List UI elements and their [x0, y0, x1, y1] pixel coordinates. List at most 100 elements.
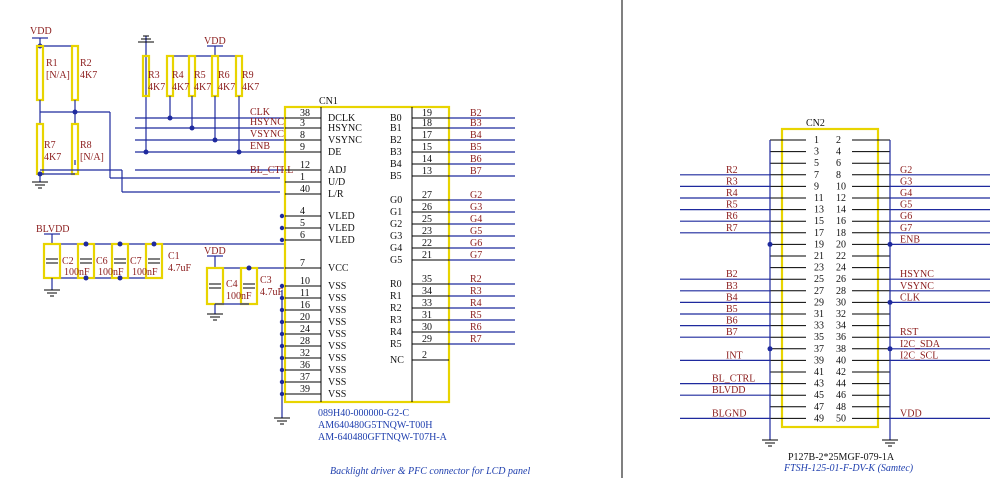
- cn1-right-pin-num: 17: [422, 130, 432, 141]
- cn2-pin-num-even: 32: [836, 309, 846, 320]
- vdd-label: VDD: [30, 26, 52, 37]
- cn2-left-net-label: R5: [726, 200, 738, 211]
- cn2-pin-num-even: 4: [836, 147, 841, 158]
- cn2-pin-num-odd: 45: [814, 390, 824, 401]
- cn2-pin-num-odd: 33: [814, 321, 824, 332]
- r7-ref: R7: [44, 140, 56, 151]
- cn1-ref: CN1: [319, 96, 338, 107]
- cn1-right-pin-num: 30: [422, 322, 432, 333]
- cn1-net-label: G7: [470, 250, 482, 261]
- cn1-left-pin-num: 16: [300, 300, 310, 311]
- cn1-left-pin-name: VLED: [328, 223, 355, 234]
- cn1-right-pin-num: 34: [422, 286, 432, 297]
- cn2-part-2: FTSH-125-01-F-DV-K (Samtec): [783, 463, 914, 474]
- cn1-right-pin-name: B1: [390, 123, 402, 134]
- cn1-right-pin-name: R2: [390, 303, 402, 314]
- cn1-net-label: G2: [470, 190, 482, 201]
- cn1-right-pin-num: 27: [422, 190, 432, 201]
- cn1-right-pin-name: G1: [390, 207, 402, 218]
- cn1-left-pin-name: VLED: [328, 235, 355, 246]
- cn2-pin-num-even: 8: [836, 170, 841, 181]
- c4-value: 100nF: [226, 291, 252, 302]
- cn2-left-net-label: B5: [726, 304, 738, 315]
- cn2-pin-num-even: 38: [836, 344, 846, 355]
- vdd-label-caps: VDD: [204, 246, 226, 257]
- c6-ref: C6: [96, 256, 108, 267]
- cn2-pin-num-odd: 49: [814, 413, 824, 424]
- cn1-part-1: 089H40-000000-G2-C: [318, 408, 409, 419]
- blvdd-capacitors: BLVDD C2 100nF C6 100nF C7 100nF C1 4.7u…: [36, 224, 285, 297]
- cn1-left-pin-num: 28: [300, 336, 310, 347]
- cn1-right-pin-name: G0: [390, 195, 402, 206]
- cn2-pin-num-even: 10: [836, 181, 846, 192]
- cn2-pin-num-odd: 23: [814, 263, 824, 274]
- cn1-left-pin-num: 4: [300, 206, 305, 217]
- cn1-left-pin-name: VSS: [328, 365, 346, 376]
- cn2-pin-num-even: 18: [836, 228, 846, 239]
- cn1-net-label: R4: [470, 298, 482, 309]
- cn1-right-pin-num: 31: [422, 310, 432, 321]
- cn2-right-net-label: G6: [900, 211, 912, 222]
- cn1-net-label: B6: [470, 154, 482, 165]
- cn1-right-pin-num: 15: [422, 142, 432, 153]
- cn2-left-net-label: R3: [726, 176, 738, 187]
- cn2-right-net-label: G4: [900, 188, 912, 199]
- cn1-part-3: AM-640480GFTNQW-T07H-A: [318, 432, 448, 443]
- r1-value: [N/A]: [46, 70, 70, 81]
- cn2-left-net-label: R6: [726, 211, 738, 222]
- r8-value: [N/A]: [80, 152, 104, 163]
- cn2-pin-num-even: 46: [836, 390, 846, 401]
- cn1-left-pin-num: 6: [300, 230, 305, 241]
- cn2-pin-num-odd: 41: [814, 367, 824, 378]
- cn2-pin-num-even: 16: [836, 216, 846, 227]
- cn1-right-pin-num: 23: [422, 226, 432, 237]
- c4-ref: C4: [226, 279, 238, 290]
- connector-cn1: CN1 38 DCLK3 HSYNC8 VSYNC9 DE12 ADJ1 U/D40 L/R4…: [274, 96, 515, 443]
- cn1-left-pin-name: VSS: [328, 377, 346, 388]
- cn1-right-pin-name: R5: [390, 339, 402, 350]
- r4-value: 4K7: [172, 82, 189, 93]
- cn1-net-label: B3: [470, 118, 482, 129]
- cn2-right-net-label: I2C_SDA: [900, 339, 941, 350]
- c1-value: 4.7uF: [168, 263, 192, 274]
- cn2-pin-num-even: 34: [836, 321, 846, 332]
- cn1-left-pin-num: 12: [300, 160, 310, 171]
- cn1-right-pin-num: 22: [422, 238, 432, 249]
- cn2-pin-num-even: 2: [836, 135, 841, 146]
- cn1-right-pin-num: 13: [422, 166, 432, 177]
- cn1-net-label: R3: [470, 286, 482, 297]
- cn1-right-pin-name: B4: [390, 159, 402, 170]
- cn1-net-label: B4: [470, 130, 482, 141]
- net-hsync: HSYNC: [250, 117, 284, 128]
- cn1-right-pin-name: G3: [390, 231, 402, 242]
- cn2-pin-num-even: 20: [836, 239, 846, 250]
- c6-value: 100nF: [98, 267, 124, 278]
- cn1-left-pin-num: 40: [300, 184, 310, 195]
- cn1-left-pin-name: VLED: [328, 211, 355, 222]
- cn2-pin-num-odd: 11: [814, 193, 824, 204]
- cn2-pin-num-odd: 15: [814, 216, 824, 227]
- cn1-left-pin-name: DE: [328, 147, 341, 158]
- cn2-part-1: P127B-2*25MGF-079-1A: [788, 452, 895, 463]
- cn1-right-pin-name: B3: [390, 147, 402, 158]
- cn2-pin-num-even: 40: [836, 355, 846, 366]
- caption: Backlight driver & PFC connector for LCD…: [330, 466, 530, 477]
- cn1-left-pin-name: VSS: [328, 341, 346, 352]
- cn1-left-pin-name: VSS: [328, 353, 346, 364]
- c2-ref: C2: [62, 256, 74, 267]
- cn1-net-label: R7: [470, 334, 482, 345]
- r9-value: 4K7: [242, 82, 259, 93]
- cn2-pin-num-even: 48: [836, 402, 846, 413]
- r6-value: 4K7: [218, 82, 235, 93]
- cn2-pin-num-even: 24: [836, 263, 846, 274]
- cn1-left-pin-num: 32: [300, 348, 310, 359]
- cn1-left-pin-num: 1: [300, 172, 305, 183]
- cn2-pin-num-odd: 13: [814, 205, 824, 216]
- cn2-pin-num-odd: 37: [814, 344, 824, 355]
- resistor-network-left: VDD R1 [N/A] R2 4K7 R7 4K7 R8 [N/A]: [30, 26, 280, 193]
- r3-ref: R3: [148, 70, 160, 81]
- cn1-right-pin-name: R1: [390, 291, 402, 302]
- r4-ref: R4: [172, 70, 184, 81]
- cn1-left-pin-name: VSYNC: [328, 135, 362, 146]
- cn2-pin-num-odd: 47: [814, 402, 824, 413]
